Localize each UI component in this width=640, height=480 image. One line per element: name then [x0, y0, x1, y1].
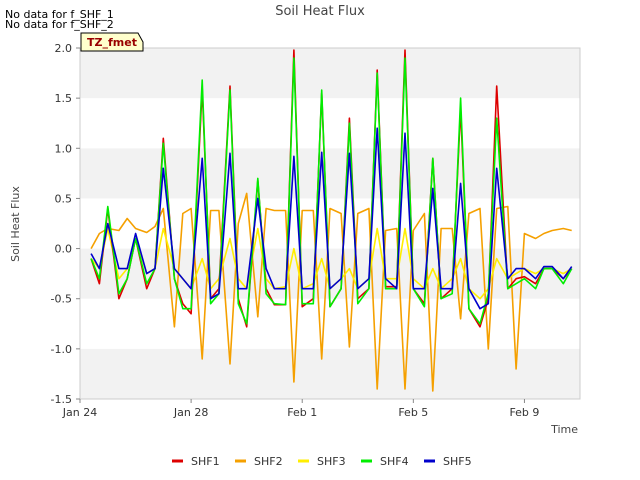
soil-heat-flux-chart: -1.5 -1.0 -0.5 0.0 0.5 1.0 1.5 2.0 Jan 24 Jan 28…	[9, 4, 581, 468]
legend-label-shf4: SHF4	[380, 455, 409, 468]
band-4	[80, 148, 580, 199]
y-tick-label: 2.0	[55, 42, 73, 55]
y-tick-label: -1.5	[51, 393, 72, 406]
chart-title: Soil Heat Flux	[275, 4, 365, 19]
band-5	[80, 98, 580, 149]
y-axis-label: Soil Heat Flux	[9, 186, 22, 262]
y-tick-label: 1.5	[55, 92, 73, 105]
y-tick-label: 0.5	[55, 192, 73, 205]
x-tick-label: Feb 9	[509, 406, 539, 419]
x-tick-label: Jan 24	[62, 406, 97, 419]
x-tick-label: Jan 28	[173, 406, 208, 419]
legend: SHF1 SHF2 SHF3 SHF4 SHF5	[172, 455, 472, 468]
x-tick-label: Feb 1	[287, 406, 317, 419]
x-axis-ticks: Jan 24 Jan 28 Feb 1 Feb 5 Feb 9	[62, 399, 539, 419]
band-6	[80, 48, 580, 99]
x-tick-label: Feb 5	[398, 406, 428, 419]
legend-label-shf2: SHF2	[254, 455, 283, 468]
y-tick-label: 0.0	[55, 243, 73, 256]
band-0	[80, 348, 580, 399]
y-tick-label: 1.0	[55, 142, 73, 155]
tz-badge-label: TZ_fmet	[87, 36, 137, 49]
legend-label-shf1: SHF1	[191, 455, 220, 468]
legend-label-shf5: SHF5	[443, 455, 472, 468]
y-tick-label: -1.0	[51, 343, 72, 356]
y-tick-label: -0.5	[51, 293, 72, 306]
x-axis-label: Time	[550, 423, 578, 436]
tz-badge: TZ_fmet	[80, 32, 144, 52]
y-axis-ticks: -1.5 -1.0 -0.5 0.0 0.5 1.0 1.5 2.0	[51, 42, 80, 406]
legend-label-shf3: SHF3	[317, 455, 346, 468]
